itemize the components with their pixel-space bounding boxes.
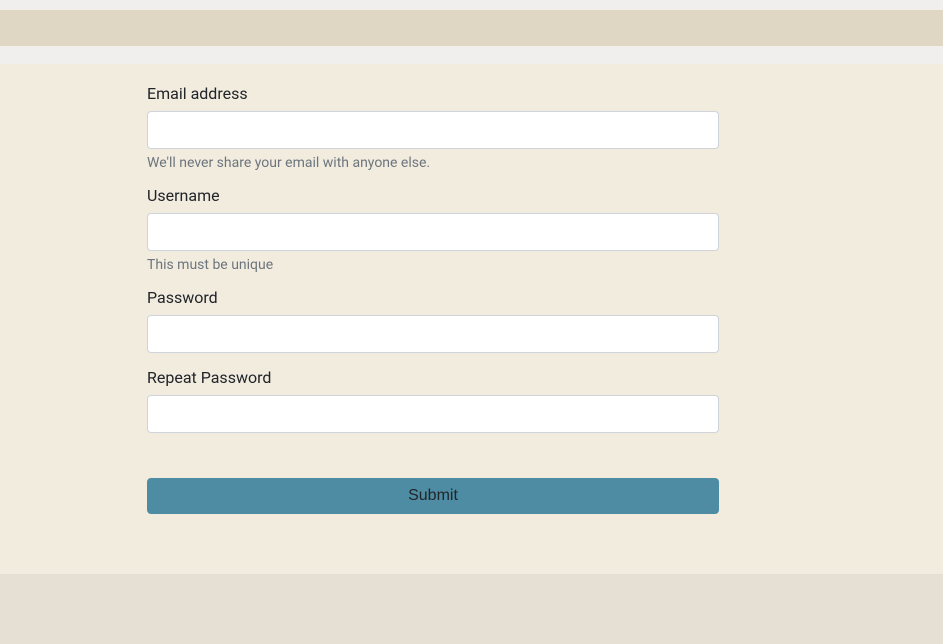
- gap-bar: [0, 46, 943, 64]
- email-label: Email address: [147, 84, 719, 103]
- repeat-password-field[interactable]: [147, 395, 719, 433]
- top-bar: [0, 0, 943, 10]
- footer-area: [0, 574, 943, 644]
- email-field[interactable]: [147, 111, 719, 149]
- username-field[interactable]: [147, 213, 719, 251]
- submit-button[interactable]: Submit: [147, 478, 719, 514]
- email-group: Email address We'll never share your ema…: [147, 84, 719, 171]
- sub-bar: [0, 10, 943, 46]
- main-panel: Email address We'll never share your ema…: [0, 64, 943, 574]
- password-field[interactable]: [147, 315, 719, 353]
- username-group: Username This must be unique: [147, 186, 719, 273]
- signup-form: Email address We'll never share your ema…: [147, 84, 719, 514]
- username-help-text: This must be unique: [147, 257, 719, 273]
- username-label: Username: [147, 186, 719, 205]
- repeat-password-label: Repeat Password: [147, 368, 719, 387]
- password-group: Password: [147, 288, 719, 353]
- repeat-password-group: Repeat Password: [147, 368, 719, 433]
- email-help-text: We'll never share your email with anyone…: [147, 155, 719, 171]
- password-label: Password: [147, 288, 719, 307]
